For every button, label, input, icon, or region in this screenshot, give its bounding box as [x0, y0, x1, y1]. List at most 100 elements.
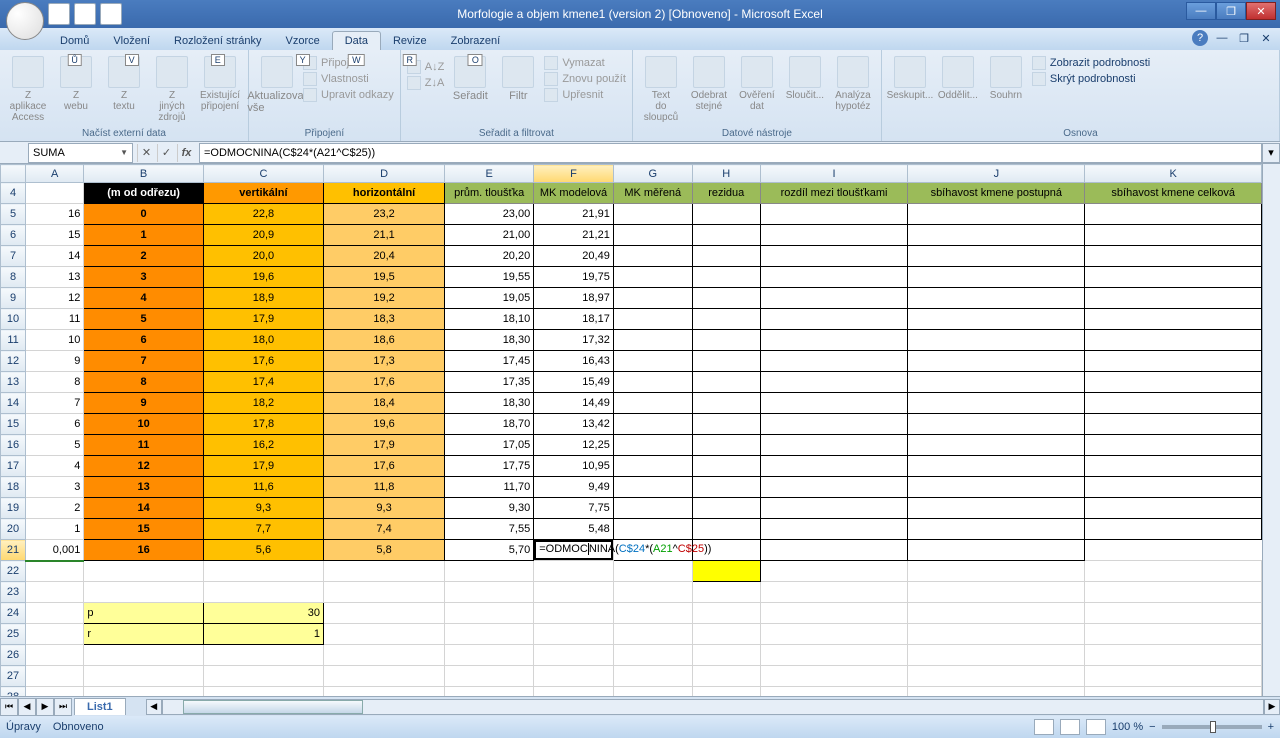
row-header-12[interactable]: 12	[1, 351, 26, 372]
cell-A22[interactable]	[26, 561, 84, 582]
cell-I19[interactable]	[760, 498, 907, 519]
cell-E5[interactable]: 23,00	[445, 204, 534, 225]
restore-window-icon[interactable]: ❐	[1236, 30, 1252, 46]
row-header-9[interactable]: 9	[1, 288, 26, 309]
cell-B10[interactable]: 5	[84, 309, 204, 330]
ribbon-button[interactable]: Ověřenídat	[735, 54, 779, 112]
row-header-13[interactable]: 13	[1, 372, 26, 393]
row-header-17[interactable]: 17	[1, 456, 26, 477]
cell-K17[interactable]	[1085, 456, 1262, 477]
cell-K10[interactable]	[1085, 309, 1262, 330]
cell-G18[interactable]	[613, 477, 692, 498]
cell-A23[interactable]	[26, 582, 84, 603]
cell-C5[interactable]: 22,8	[203, 204, 323, 225]
cell-J27[interactable]	[908, 666, 1085, 687]
cell-E18[interactable]: 11,70	[445, 477, 534, 498]
ribbon-button[interactable]: Oddělit...	[936, 54, 980, 101]
cell-E7[interactable]: 20,20	[445, 246, 534, 267]
fx-icon[interactable]: fx	[177, 144, 195, 162]
cell-B15[interactable]: 10	[84, 414, 204, 435]
cell-C4[interactable]: vertikální	[203, 183, 323, 204]
cell-A26[interactable]	[26, 645, 84, 666]
cell-H24[interactable]	[692, 603, 760, 624]
cell-G22[interactable]	[613, 561, 692, 582]
cell-G20[interactable]	[613, 519, 692, 540]
cell-B28[interactable]	[84, 687, 204, 697]
cell-F9[interactable]: 18,97	[534, 288, 614, 309]
cell-C14[interactable]: 18,2	[203, 393, 323, 414]
cell-H13[interactable]	[692, 372, 760, 393]
cell-H17[interactable]	[692, 456, 760, 477]
row-header-24[interactable]: 24	[1, 603, 26, 624]
cell-C24[interactable]: 30	[203, 603, 323, 624]
cell-E23[interactable]	[445, 582, 534, 603]
view-layout-button[interactable]	[1060, 719, 1080, 735]
cell-B23[interactable]	[84, 582, 204, 603]
cell-H22[interactable]	[692, 561, 760, 582]
cell-G12[interactable]	[613, 351, 692, 372]
cell-H7[interactable]	[692, 246, 760, 267]
cell-E24[interactable]	[445, 603, 534, 624]
cell-B18[interactable]: 13	[84, 477, 204, 498]
maximize-button[interactable]: ❐	[1216, 2, 1246, 20]
cell-I24[interactable]	[760, 603, 907, 624]
row-header-8[interactable]: 8	[1, 267, 26, 288]
col-header-E[interactable]: E	[445, 165, 534, 183]
zoom-out-button[interactable]: −	[1149, 721, 1155, 733]
row-header-25[interactable]: 25	[1, 624, 26, 645]
close-workbook-icon[interactable]: ✕	[1258, 30, 1274, 46]
cell-D25[interactable]	[324, 624, 445, 645]
cell-J14[interactable]	[908, 393, 1085, 414]
cell-B7[interactable]: 2	[84, 246, 204, 267]
cell-E28[interactable]	[445, 687, 534, 697]
cell-J10[interactable]	[908, 309, 1085, 330]
cell-E22[interactable]	[445, 561, 534, 582]
cell-B21[interactable]: 16	[84, 540, 204, 561]
cell-I8[interactable]	[760, 267, 907, 288]
zoom-in-button[interactable]: +	[1268, 721, 1274, 733]
ribbon-small-button[interactable]: Upravit odkazy	[303, 88, 394, 102]
cell-F28[interactable]	[534, 687, 614, 697]
cell-F20[interactable]: 5,48	[534, 519, 614, 540]
cell-G4[interactable]: MK měřená	[613, 183, 692, 204]
cell-C19[interactable]: 9,3	[203, 498, 323, 519]
cell-D7[interactable]: 20,4	[324, 246, 445, 267]
cell-H11[interactable]	[692, 330, 760, 351]
zoom-level[interactable]: 100 %	[1112, 721, 1143, 733]
cell-F27[interactable]	[534, 666, 614, 687]
cell-J19[interactable]	[908, 498, 1085, 519]
col-header-A[interactable]: A	[26, 165, 84, 183]
cell-F11[interactable]: 17,32	[534, 330, 614, 351]
prev-sheet-button[interactable]: ◀	[18, 698, 36, 716]
cell-J25[interactable]	[908, 624, 1085, 645]
cell-F5[interactable]: 21,91	[534, 204, 614, 225]
cell-A17[interactable]: 4	[26, 456, 84, 477]
cell-B17[interactable]: 12	[84, 456, 204, 477]
cell-G11[interactable]	[613, 330, 692, 351]
cell-G10[interactable]	[613, 309, 692, 330]
cell-B25[interactable]: r	[84, 624, 204, 645]
cell-E20[interactable]: 7,55	[445, 519, 534, 540]
cell-H18[interactable]	[692, 477, 760, 498]
cell-J18[interactable]	[908, 477, 1085, 498]
cell-E12[interactable]: 17,45	[445, 351, 534, 372]
cell-H20[interactable]	[692, 519, 760, 540]
cell-I28[interactable]	[760, 687, 907, 697]
cell-A19[interactable]: 2	[26, 498, 84, 519]
cell-C15[interactable]: 17,8	[203, 414, 323, 435]
cell-A6[interactable]: 15	[26, 225, 84, 246]
cell-F10[interactable]: 18,17	[534, 309, 614, 330]
cell-A28[interactable]	[26, 687, 84, 697]
cell-C17[interactable]: 17,9	[203, 456, 323, 477]
ribbon-tab-domů[interactable]: DomůŮ	[48, 32, 101, 50]
cell-B12[interactable]: 7	[84, 351, 204, 372]
cell-F23[interactable]	[534, 582, 614, 603]
next-sheet-button[interactable]: ▶	[36, 698, 54, 716]
cell-F17[interactable]: 10,95	[534, 456, 614, 477]
cell-A12[interactable]: 9	[26, 351, 84, 372]
cell-B6[interactable]: 1	[84, 225, 204, 246]
cell-E19[interactable]: 9,30	[445, 498, 534, 519]
cell-H10[interactable]	[692, 309, 760, 330]
ribbon-button[interactable]: Zjiných zdrojů	[150, 54, 194, 123]
cell-F24[interactable]	[534, 603, 614, 624]
